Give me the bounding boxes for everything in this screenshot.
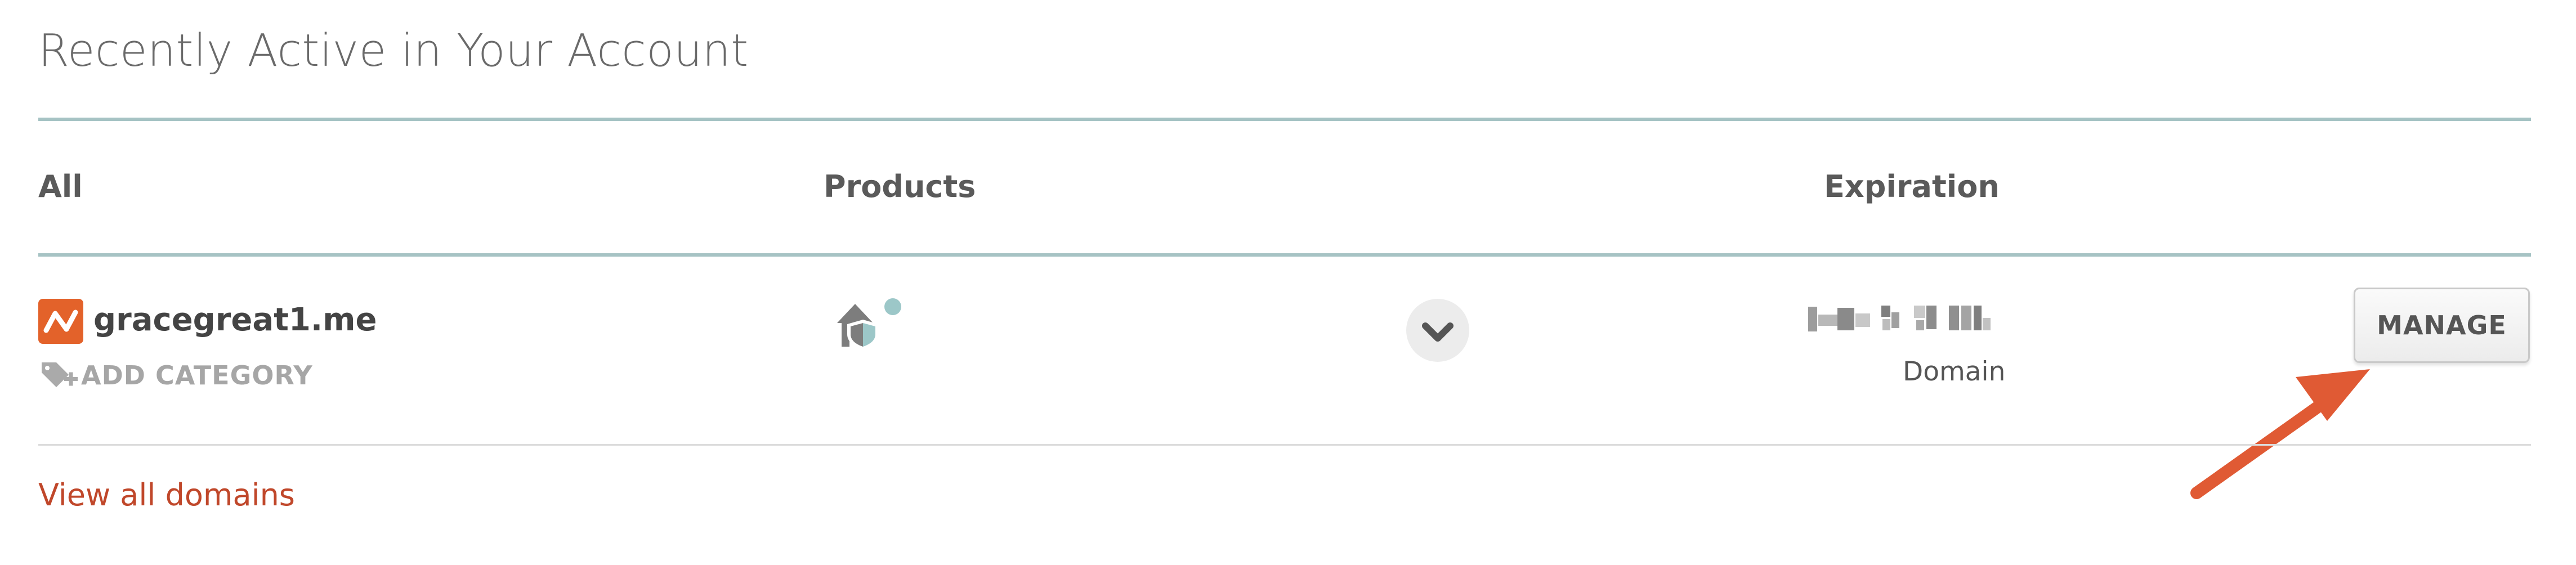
namecheap-logo-icon [38,299,83,344]
expand-row-button[interactable] [1406,299,1469,362]
home-shield-icon [837,298,901,350]
arrow-annotation-icon [2190,369,2370,499]
product-type-label: Domain [1903,356,2006,387]
chevron-down-icon [1422,322,1454,342]
column-header-expiration: Expiration [1824,169,2000,204]
table-header-divider [38,253,2531,257]
recent-activity-page: Recently Active in Your Account All Prod… [0,0,2576,565]
domain-name[interactable]: gracegreat1.me [93,302,377,338]
view-all-domains-link[interactable]: View all domains [38,477,295,513]
section-title: Recently Active in Your Account [38,25,749,77]
column-header-all: All [38,169,83,204]
add-category-link[interactable]: ADD CATEGORY [39,356,313,395]
header-divider [38,118,2531,121]
table-footer-divider [38,444,2531,446]
column-header-products: Products [824,169,976,204]
tag-plus-icon [42,362,78,387]
add-category-label: ADD CATEGORY [81,360,313,391]
expiration-date-redacted [1808,306,1991,331]
